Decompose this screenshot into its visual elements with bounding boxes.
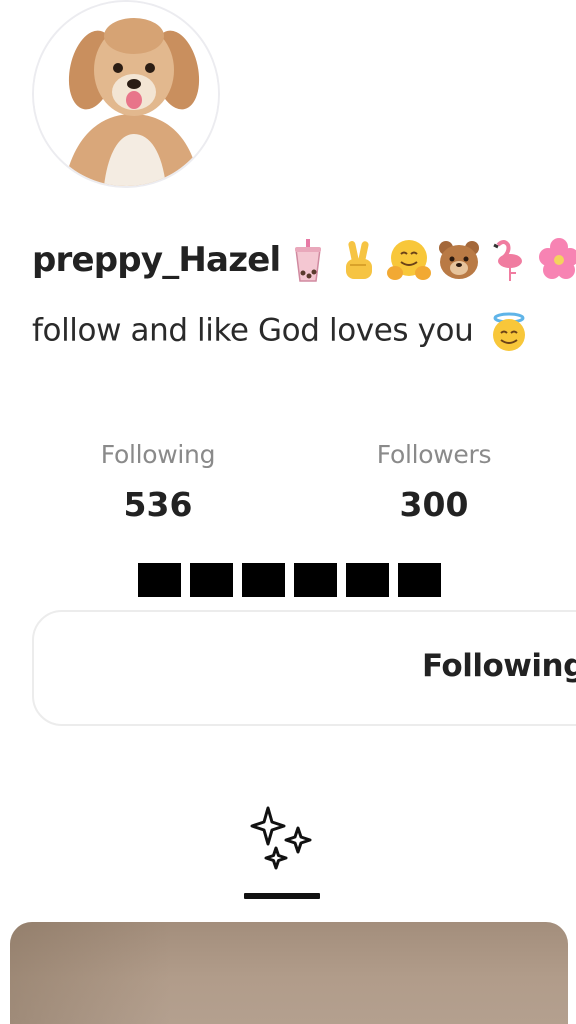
puppy-avatar-image bbox=[34, 2, 218, 186]
thumbnail-shade bbox=[10, 922, 170, 1024]
sparkles-icon bbox=[250, 806, 312, 870]
tab-highlights[interactable] bbox=[244, 800, 320, 880]
redaction-block bbox=[294, 563, 337, 597]
following-count: 536 bbox=[123, 485, 193, 524]
redaction-block bbox=[138, 563, 181, 597]
bio: follow and like God loves you bbox=[32, 312, 529, 352]
redacted-text bbox=[138, 563, 450, 597]
redaction-block bbox=[190, 563, 233, 597]
followers-stat[interactable]: Followers 300 bbox=[334, 440, 534, 524]
avatar[interactable] bbox=[32, 0, 220, 188]
followers-label: Followers bbox=[376, 440, 492, 469]
username-row: preppy_Hazel bbox=[32, 232, 576, 288]
victory-hand-emoji bbox=[346, 241, 373, 279]
redaction-block bbox=[398, 563, 441, 597]
following-stat[interactable]: Following 536 bbox=[58, 440, 258, 524]
smiling-face-with-halo-emoji bbox=[492, 312, 525, 351]
profile-page: preppy_Hazel follow and like God loves y… bbox=[0, 0, 576, 1024]
username: preppy_Hazel bbox=[32, 240, 281, 280]
redaction-block bbox=[346, 563, 389, 597]
following-button-label: Following bbox=[422, 648, 576, 684]
followers-count: 300 bbox=[399, 485, 469, 524]
hibiscus-emoji bbox=[539, 238, 576, 279]
following-button[interactable]: Following bbox=[32, 610, 576, 726]
following-label: Following bbox=[100, 440, 216, 469]
flamingo-emoji bbox=[493, 240, 523, 281]
username-emojis bbox=[286, 237, 576, 283]
post-thumbnail[interactable] bbox=[10, 922, 568, 1024]
hugging-face-emoji bbox=[387, 240, 432, 280]
bear-face-emoji bbox=[439, 241, 480, 279]
active-tab-indicator bbox=[244, 893, 320, 899]
bubble-tea-emoji bbox=[295, 239, 322, 282]
bio-text: follow and like God loves you bbox=[32, 312, 474, 349]
redaction-block bbox=[242, 563, 285, 597]
